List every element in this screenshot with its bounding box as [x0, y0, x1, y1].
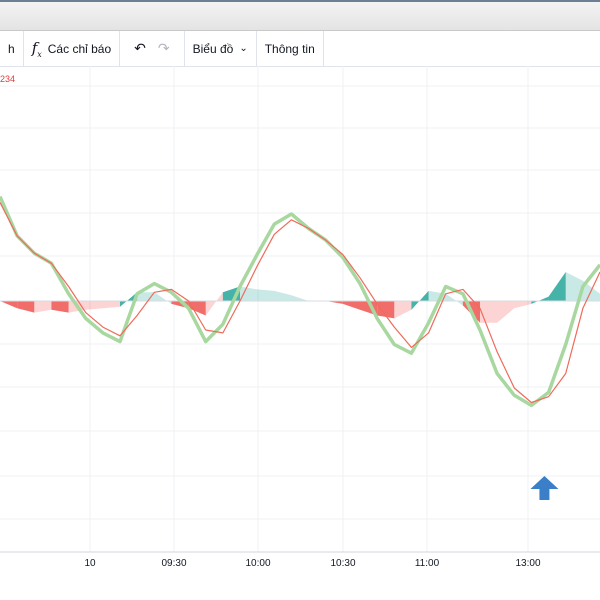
info-label: Thông tin: [264, 41, 315, 56]
indicator-chart[interactable]: 10 09:30 10:00 10:30 11:00 13:00: [0, 66, 600, 600]
x-tick-label: 10:30: [330, 558, 355, 569]
histogram-segment: [480, 301, 498, 323]
histogram-segment: [548, 272, 566, 301]
histogram-segment: [445, 293, 463, 306]
histogram-segment: [342, 301, 360, 310]
x-tick-label: 10: [84, 558, 96, 569]
histogram-segment: [205, 292, 223, 316]
up-arrow-icon: [530, 476, 559, 500]
toolbar-separator: [322, 31, 324, 66]
chart-toolbar: h fx Các chỉ báo ↶ ↷ Biểu đồ ⌄ Thông tin: [0, 31, 600, 67]
histogram-segment: [274, 290, 292, 301]
histogram-segment: [154, 292, 172, 304]
x-tick-label: 09:30: [161, 558, 186, 569]
histogram-segment: [17, 301, 35, 313]
histogram-segment: [531, 296, 549, 304]
info-button[interactable]: Thông tin: [257, 31, 323, 66]
histogram-segment: [394, 301, 412, 319]
chart-window: h fx Các chỉ báo ↶ ↷ Biểu đồ ⌄ Thông tin…: [0, 0, 600, 600]
histogram-segment: [85, 301, 103, 310]
chevron-down-icon: ⌄: [239, 43, 248, 54]
histogram-segment: [257, 289, 275, 301]
histogram-segment: [497, 301, 515, 323]
chart-type-button[interactable]: Biểu đồ ⌄: [185, 31, 256, 66]
toolbar-cut-label: h: [8, 41, 15, 56]
undo-redo-group: ↶ ↷: [120, 31, 183, 66]
x-tick-label: 13:00: [515, 558, 540, 569]
histogram-segment: [411, 290, 429, 310]
x-tick-label: 11:00: [415, 558, 440, 569]
indicators-label: Các chỉ báo: [47, 41, 112, 56]
histogram-segment: [34, 301, 52, 313]
histogram-segment: [51, 301, 69, 313]
undo-icon[interactable]: ↶: [134, 40, 146, 57]
chart-pane[interactable]: 10 09:30 10:00 10:30 11:00 13:00: [0, 66, 600, 600]
histogram-segment: [102, 301, 120, 309]
histogram-segment: [514, 301, 532, 309]
histogram-segment: [0, 301, 18, 309]
fx-icon: fx: [31, 38, 42, 59]
chart-type-label: Biểu đồ: [192, 41, 234, 56]
histogram-segment: [240, 286, 258, 301]
window-title-strip: [0, 0, 600, 31]
toolbar-cut-item[interactable]: h: [0, 31, 23, 66]
redo-icon[interactable]: ↷: [158, 40, 170, 57]
indicators-button[interactable]: fx Các chỉ báo: [24, 31, 119, 66]
histogram-segment: [291, 295, 309, 301]
x-tick-label: 10:00: [245, 558, 270, 569]
